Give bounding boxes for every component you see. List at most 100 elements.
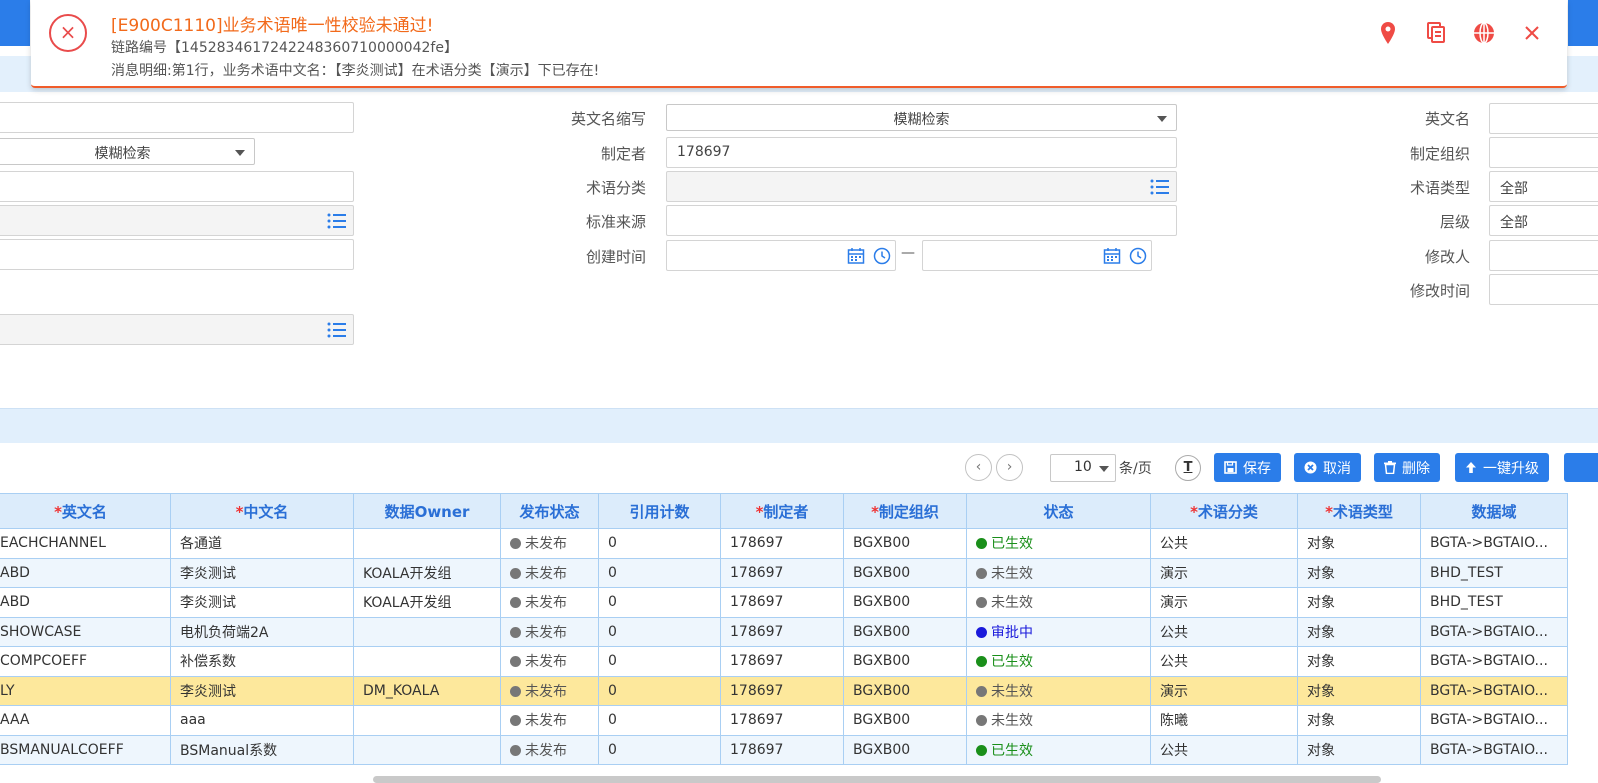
- cell-pub[interactable]: 未发布: [500, 528, 599, 559]
- creator-input[interactable]: 178697: [666, 137, 1177, 168]
- cell-cn[interactable]: 各通道: [170, 528, 354, 559]
- next-page-button[interactable]: ›: [996, 454, 1023, 481]
- std-source-input[interactable]: [666, 205, 1177, 236]
- cell-cn[interactable]: 李炎测试: [170, 587, 354, 618]
- cell-org[interactable]: BGXB00: [843, 646, 967, 677]
- table-row[interactable]: AAA aaa 未发布 0 178697 BGXB00 未生效 陈曦 对象 BGTA->BGTAI…: [0, 705, 1568, 736]
- cell-status[interactable]: 已生效: [966, 646, 1151, 677]
- cell-type[interactable]: 对象: [1297, 734, 1421, 765]
- en-abbr-select[interactable]: 模糊检索: [666, 104, 1177, 131]
- column-header[interactable]: 数据Owner: [353, 493, 501, 529]
- cell-creator[interactable]: 178697: [720, 675, 844, 706]
- cell-creator[interactable]: 178697: [720, 734, 844, 765]
- cell-status[interactable]: 未生效: [966, 557, 1151, 588]
- cell-domain[interactable]: BGTA->BGTAIO...: [1420, 616, 1568, 647]
- term-type-select[interactable]: 全部: [1489, 171, 1598, 202]
- table-row[interactable]: ABD 李炎测试 KOALA开发组 未发布 0 178697 BGXB00 未生效 演示 对象 BH…: [0, 587, 1568, 618]
- cell-domain[interactable]: BGTA->BGTAIO...: [1420, 675, 1568, 706]
- cell-org[interactable]: BGXB00: [843, 587, 967, 618]
- cell-cat[interactable]: 演示: [1150, 587, 1298, 618]
- level-select[interactable]: 全部: [1489, 205, 1598, 236]
- cell-status[interactable]: 未生效: [966, 587, 1151, 618]
- clock-icon[interactable]: [1129, 247, 1147, 265]
- cell-status[interactable]: 已生效: [966, 734, 1151, 765]
- cell-en[interactable]: EACHCHANNEL: [0, 528, 171, 559]
- column-header[interactable]: 状态: [966, 493, 1151, 529]
- cell-en[interactable]: LY: [0, 675, 171, 706]
- prev-page-button[interactable]: ‹: [965, 454, 992, 481]
- text-format-icon[interactable]: T: [1175, 455, 1201, 481]
- cell-en[interactable]: COMPCOEFF: [0, 646, 171, 677]
- cell-creator[interactable]: 178697: [720, 705, 844, 736]
- cell-domain[interactable]: BHD_TEST: [1420, 587, 1568, 618]
- cell-ref[interactable]: 0: [598, 616, 721, 647]
- copy-icon[interactable]: [1423, 20, 1449, 46]
- cell-ref[interactable]: 0: [598, 587, 721, 618]
- left-input-3[interactable]: [0, 239, 354, 270]
- cell-en[interactable]: AAA: [0, 705, 171, 736]
- cell-pub[interactable]: 未发布: [500, 646, 599, 677]
- left-picker-2[interactable]: [0, 314, 354, 345]
- column-header[interactable]: *术语类型: [1297, 493, 1421, 529]
- cell-type[interactable]: 对象: [1297, 616, 1421, 647]
- cell-owner[interactable]: KOALA开发组: [353, 587, 501, 618]
- cell-cn[interactable]: 李炎测试: [170, 557, 354, 588]
- calendar-icon[interactable]: [847, 247, 865, 265]
- pin-icon[interactable]: [1375, 20, 1401, 46]
- cell-pub[interactable]: 未发布: [500, 675, 599, 706]
- cell-owner[interactable]: [353, 528, 501, 559]
- cell-owner[interactable]: [353, 705, 501, 736]
- cell-type[interactable]: 对象: [1297, 587, 1421, 618]
- cell-owner[interactable]: KOALA开发组: [353, 557, 501, 588]
- en-name-input[interactable]: [1489, 103, 1598, 134]
- left-picker-1[interactable]: [0, 205, 354, 236]
- column-header[interactable]: 引用计数: [598, 493, 721, 529]
- cell-cat[interactable]: 演示: [1150, 557, 1298, 588]
- cell-ref[interactable]: 0: [598, 528, 721, 559]
- cell-owner[interactable]: [353, 734, 501, 765]
- created-time-end[interactable]: [922, 240, 1152, 271]
- left-input-2[interactable]: [0, 171, 354, 202]
- column-header[interactable]: *中文名: [170, 493, 354, 529]
- cell-ref[interactable]: 0: [598, 734, 721, 765]
- cell-cat[interactable]: 公共: [1150, 646, 1298, 677]
- column-header[interactable]: 发布状态: [500, 493, 599, 529]
- cell-domain[interactable]: BHD_TEST: [1420, 557, 1568, 588]
- delete-button[interactable]: 删除: [1374, 453, 1440, 482]
- upgrade-button[interactable]: 一键升级: [1455, 453, 1549, 482]
- cell-ref[interactable]: 0: [598, 675, 721, 706]
- cell-creator[interactable]: 178697: [720, 557, 844, 588]
- cell-org[interactable]: BGXB00: [843, 705, 967, 736]
- cell-org[interactable]: BGXB00: [843, 616, 967, 647]
- clock-icon[interactable]: [873, 247, 891, 265]
- cell-org[interactable]: BGXB00: [843, 675, 967, 706]
- column-header[interactable]: *术语分类: [1150, 493, 1298, 529]
- cell-creator[interactable]: 178697: [720, 616, 844, 647]
- horizontal-scrollbar[interactable]: [373, 776, 1381, 783]
- cell-cn[interactable]: 电机负荷端2A: [170, 616, 354, 647]
- cell-domain[interactable]: BGTA->BGTAIO...: [1420, 528, 1568, 559]
- cell-en[interactable]: ABD: [0, 587, 171, 618]
- cell-status[interactable]: 未生效: [966, 705, 1151, 736]
- cell-type[interactable]: 对象: [1297, 528, 1421, 559]
- list-icon[interactable]: [327, 321, 347, 339]
- cell-creator[interactable]: 178697: [720, 587, 844, 618]
- cell-type[interactable]: 对象: [1297, 675, 1421, 706]
- cell-cat[interactable]: 公共: [1150, 528, 1298, 559]
- cell-status[interactable]: 已生效: [966, 528, 1151, 559]
- created-time-start[interactable]: [666, 240, 896, 271]
- more-button[interactable]: [1564, 453, 1598, 482]
- left-input-1[interactable]: [0, 102, 354, 133]
- cell-cn[interactable]: BSManual系数: [170, 734, 354, 765]
- cell-cn[interactable]: 补偿系数: [170, 646, 354, 677]
- cell-status[interactable]: 未生效: [966, 675, 1151, 706]
- cell-status[interactable]: 审批中: [966, 616, 1151, 647]
- cell-creator[interactable]: 178697: [720, 528, 844, 559]
- table-row[interactable]: LY 李炎测试 DM_KOALA 未发布 0 178697 BGXB00 未生效 演示 对象 BGT…: [0, 675, 1568, 706]
- cell-pub[interactable]: 未发布: [500, 705, 599, 736]
- left-fuzzy-select[interactable]: 模糊检索: [0, 138, 255, 165]
- modifier-input[interactable]: [1489, 240, 1598, 271]
- cell-type[interactable]: 对象: [1297, 557, 1421, 588]
- column-header[interactable]: *制定组织: [843, 493, 967, 529]
- table-row[interactable]: COMPCOEFF 补偿系数 未发布 0 178697 BGXB00 已生效 公共 对象 BGTA…: [0, 646, 1568, 677]
